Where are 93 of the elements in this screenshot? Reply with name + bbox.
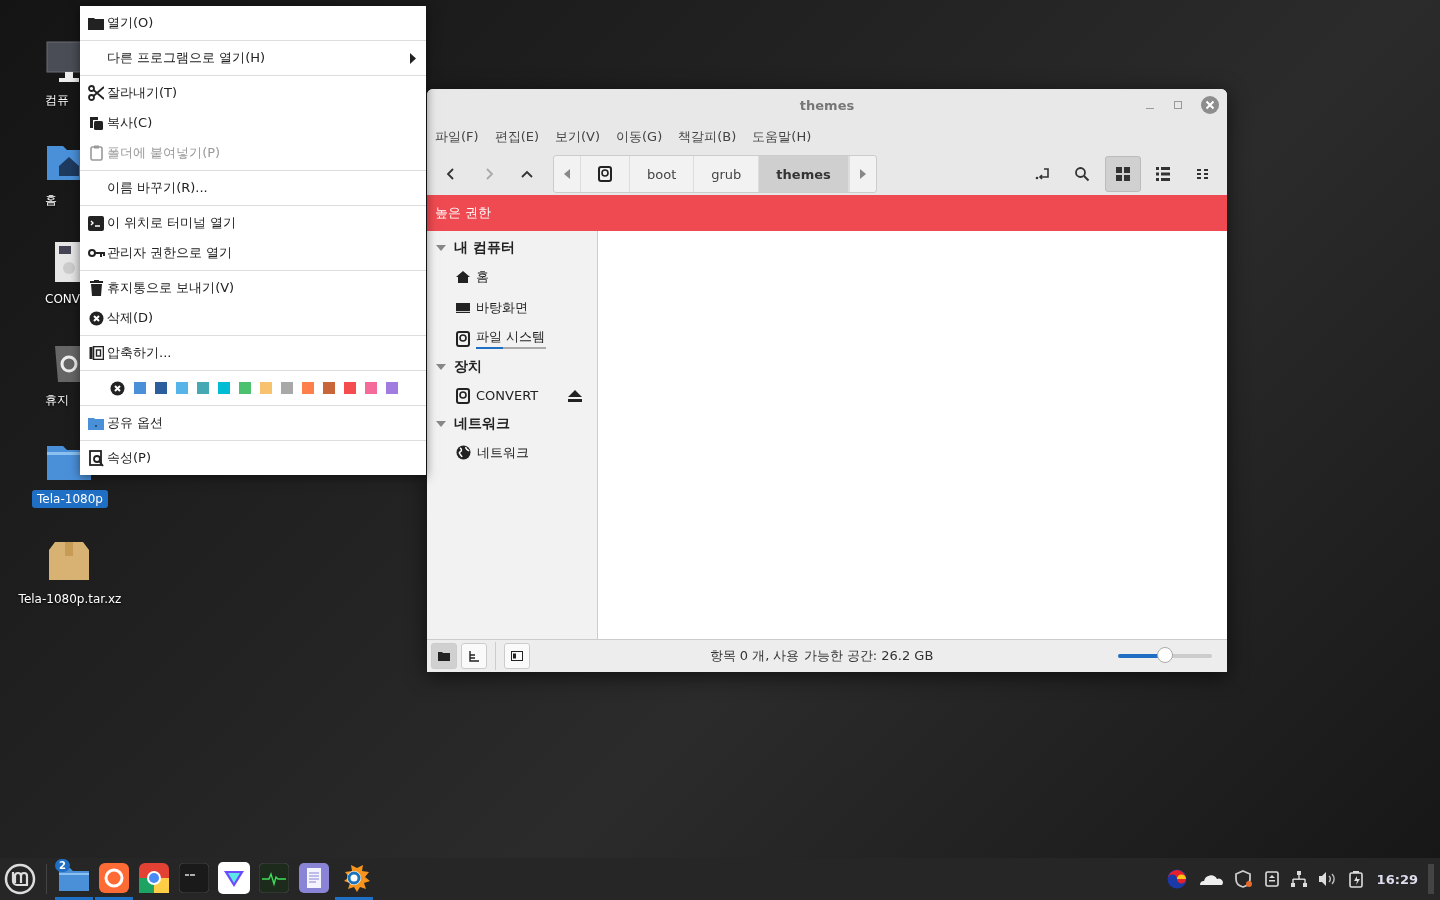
sidebar-icon [511, 651, 523, 661]
color-swatch[interactable] [239, 382, 251, 394]
copy-icon [88, 115, 104, 131]
folder-icon [438, 651, 450, 661]
color-swatch[interactable] [260, 382, 272, 394]
clipboard-icon [89, 145, 103, 161]
menu-item[interactable]: 공유 옵션 [80, 408, 426, 438]
list-icon [1156, 167, 1170, 181]
menu-item[interactable]: 이 위치로 터미널 열기 [80, 208, 426, 238]
menu-item[interactable]: 이름 바꾸기(R)... [80, 173, 426, 203]
color-swatch[interactable] [218, 382, 230, 394]
tree-icon [468, 650, 480, 662]
eject-drive-icon[interactable] [1264, 871, 1279, 887]
menu-item[interactable]: 편집(E) [494, 128, 539, 146]
window-title: themes [799, 97, 855, 113]
volume-icon[interactable] [1318, 872, 1337, 886]
path-button[interactable]: themes [759, 156, 849, 192]
menu-item[interactable]: 관리자 권한으로 열기 [80, 238, 426, 268]
globe-icon [456, 445, 471, 460]
desktop-icon [456, 300, 470, 315]
sidebar-item[interactable]: CONVERT [476, 388, 539, 403]
menu-item[interactable]: 열기(O) [80, 8, 426, 38]
properties-icon [88, 449, 104, 467]
archive-icon [88, 346, 104, 360]
folder-icon [88, 16, 104, 30]
language-input-icon[interactable] [1166, 869, 1187, 889]
places-button[interactable] [431, 643, 457, 669]
color-swatch[interactable] [176, 382, 188, 394]
toggle-sidebar-button[interactable] [504, 643, 530, 669]
menu-item[interactable]: 도움말(H) [752, 128, 812, 146]
compact-list-icon [1196, 167, 1210, 181]
menu-item[interactable]: 잘라내기(T) [80, 78, 426, 108]
notification-badge: 2 [55, 859, 70, 872]
menu-item[interactable]: 복사(C) [80, 108, 426, 138]
home-icon [456, 269, 470, 284]
mint-menu-icon[interactable] [4, 863, 36, 895]
menu-item[interactable]: 다른 프로그램으로 열기(H) [80, 43, 426, 73]
grid-icon [1116, 167, 1130, 181]
eject-icon[interactable] [567, 388, 583, 403]
color-swatch[interactable] [344, 382, 356, 394]
sidebar-item[interactable]: 홈 [476, 267, 489, 286]
desktop-icon-label[interactable]: Tela-1080p [32, 490, 108, 508]
menu-item[interactable]: 압축하기... [80, 338, 426, 368]
expander-icon[interactable] [436, 362, 446, 372]
close-icon[interactable] [1201, 96, 1219, 114]
menu-item[interactable]: 책갈피(B) [678, 128, 737, 146]
menu-item[interactable]: 보기(V) [555, 128, 601, 146]
search-icon[interactable] [1074, 166, 1090, 182]
menu-item[interactable]: 삭제(D) [80, 303, 426, 333]
sidebar-item[interactable]: 바탕화면 [476, 298, 528, 317]
sidebar-section-title[interactable]: 네트워크 [454, 415, 510, 433]
clock[interactable]: 16:29 [1376, 871, 1418, 887]
sidebar-section-title[interactable]: 내 컴퓨터 [454, 239, 515, 257]
drive-icon [456, 387, 470, 404]
desktop-icon-label[interactable]: 홈 [40, 190, 62, 211]
grid-view-button[interactable] [1105, 156, 1141, 192]
shield-icon[interactable] [1234, 870, 1253, 888]
network-icon[interactable] [1290, 871, 1307, 887]
menu-item[interactable]: 휴지통으로 보내기(V) [80, 273, 426, 303]
elevated-privileges-banner: 높은 권한 [427, 195, 1227, 231]
delete-icon [88, 310, 104, 326]
color-swatch[interactable] [386, 382, 398, 394]
expander-icon[interactable] [436, 243, 446, 253]
clear-color-icon[interactable] [110, 380, 125, 396]
color-swatch[interactable] [197, 382, 209, 394]
tree-button[interactable] [461, 643, 487, 669]
color-swatch[interactable] [365, 382, 377, 394]
menu-item[interactable]: 이동(G) [616, 128, 663, 146]
status-text: 항목 0 개, 사용 가능한 공간: 26.2 GB [708, 647, 935, 665]
desktop-icon-label[interactable]: Tela-1080p.tar.xz [13, 590, 127, 608]
expander-icon[interactable] [436, 419, 446, 429]
shared-folder-icon [88, 416, 104, 430]
color-swatch[interactable] [134, 382, 146, 394]
cloud-icon[interactable] [1198, 872, 1223, 886]
key-icon [87, 248, 105, 258]
color-swatch[interactable] [302, 382, 314, 394]
sidebar-section-title[interactable]: 장치 [454, 358, 482, 376]
trash-icon [89, 280, 103, 296]
desktop-icon-label[interactable]: 휴지 [40, 390, 74, 411]
terminal-icon [88, 215, 104, 231]
menu-item[interactable]: 속성(P) [80, 443, 426, 473]
battery-icon[interactable] [1348, 870, 1363, 888]
sidebar-item[interactable]: 네트워크 [477, 443, 529, 462]
desktop-icon-label[interactable]: 컴퓨 [40, 90, 74, 111]
color-swatch[interactable] [281, 382, 293, 394]
menu-item[interactable]: 파일(F) [435, 128, 479, 146]
drive-icon [598, 166, 612, 182]
color-swatch[interactable] [323, 382, 335, 394]
drive-icon [456, 330, 470, 347]
toggle-location-icon[interactable] [1034, 166, 1050, 182]
scissors-icon [88, 85, 104, 101]
sidebar-item[interactable]: 파일 시스템 [476, 328, 546, 346]
color-swatch[interactable] [155, 382, 167, 394]
